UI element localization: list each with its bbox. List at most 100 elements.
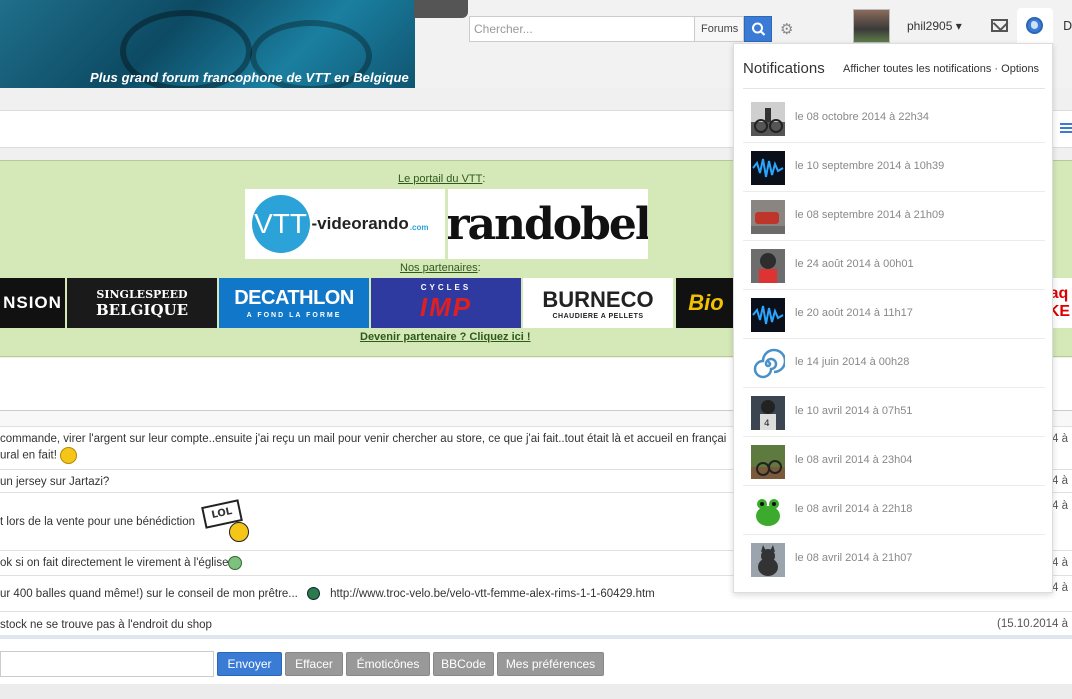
partner-logo-imp[interactable]: CYCLES IMP [371, 278, 521, 328]
send-button[interactable]: Envoyer [217, 652, 282, 676]
lol-smiley-icon: LOL [201, 498, 251, 542]
vtt-circle: VTT [251, 195, 310, 253]
rider-helmet-icon [751, 249, 785, 283]
bio-text: Bio [688, 290, 724, 315]
shout-text-body: ok si on fait directement le virement à … [0, 557, 229, 569]
notifications-dropdown: Notifications Afficher toutes les notifi… [733, 43, 1053, 593]
username-label: phil2905 [907, 19, 953, 33]
user-avatar[interactable] [853, 9, 890, 43]
search-icon [752, 22, 766, 36]
smiley-icon [228, 555, 243, 570]
decathlon-slogan: A FOND LA FORME [246, 312, 342, 319]
clear-button[interactable]: Effacer [285, 652, 343, 676]
caret-down-icon: ▾ [955, 19, 962, 33]
partners-label: Nos partenaires [400, 262, 478, 274]
globe-icon [1026, 17, 1043, 34]
portal-label: Le portail du VTT [398, 173, 483, 185]
notification-item[interactable]: le 10 septembre 2014 à 10h39 [743, 143, 1045, 192]
dark-tab [414, 0, 468, 18]
shoutbox-divider [0, 635, 1072, 639]
partner-logo-sion[interactable]: NSION [0, 278, 65, 328]
search-input[interactable]: Chercher... [469, 16, 695, 42]
lol-face [229, 522, 249, 542]
partners-link[interactable]: Nos partenaires : [400, 262, 481, 274]
notification-date: le 08 avril 2014 à 21h07 [795, 552, 913, 564]
notification-date: le 14 juin 2014 à 00h28 [795, 356, 910, 368]
list-view-icon[interactable] [1060, 123, 1072, 133]
green-frog-icon [751, 494, 785, 528]
smiley-icon [307, 587, 321, 601]
notification-date: le 08 septembre 2014 à 21h09 [795, 209, 945, 221]
partner-logo-decathlon[interactable]: DECATHLON A FOND LA FORME [219, 278, 369, 328]
decathlon-name: DECATHLON [234, 287, 354, 309]
search-button[interactable] [744, 16, 772, 42]
user-menu[interactable]: phil2905 ▾ [907, 19, 962, 33]
blue-wave-icon [751, 298, 785, 332]
videorando-com: .com [409, 222, 429, 232]
rider-dark-icon: 4 [751, 396, 785, 430]
sion-text: NSION [3, 293, 62, 312]
notification-date: le 08 octobre 2014 à 22h34 [795, 111, 929, 123]
notification-date: le 08 avril 2014 à 22h18 [795, 503, 913, 515]
burneco-name: BURNECO [542, 286, 654, 312]
ssb-line2: BELGIQUE [95, 300, 189, 319]
search-scope-select[interactable]: Forums [695, 16, 744, 42]
videorando-text: -videorando [311, 214, 409, 233]
notification-date: le 10 avril 2014 à 07h51 [795, 405, 913, 417]
shout-text: t lors de la vente pour une bénédiction [0, 516, 195, 528]
shout-text: ok si on fait directement le virement à … [0, 555, 243, 571]
notification-item[interactable]: 4 le 10 avril 2014 à 07h51 [743, 388, 1045, 437]
burneco-slogan: CHAUDIERE A PELLETS [552, 312, 644, 320]
shout-text-line2: ural en fait! [0, 447, 78, 464]
notification-item[interactable]: le 08 avril 2014 à 22h18 [743, 486, 1045, 535]
videorando-logo[interactable]: VTT -videorando .com [245, 189, 445, 259]
notifications-separator [743, 88, 1045, 89]
partner-logo-singlespeed[interactable]: SINGLESPEED BELGIQUE [67, 278, 217, 328]
notifications-title: Notifications [743, 60, 825, 77]
shout-text: commande, virer l'argent sur leur compte… [0, 433, 727, 445]
notification-item[interactable]: le 08 avril 2014 à 23h04 [743, 437, 1045, 486]
shout-message-input[interactable] [0, 651, 214, 677]
portal-colon: : [482, 173, 486, 185]
partners-colon: : [477, 262, 481, 274]
portal-link[interactable]: Le portail du VTT : [398, 173, 485, 185]
cyclist-photo-icon [751, 102, 785, 136]
notification-date: le 08 avril 2014 à 23h04 [795, 454, 913, 466]
bike-trail-icon [751, 445, 785, 479]
shout-text: stock ne se trouve pas à l'endroit du sh… [0, 619, 212, 631]
imp-name: IMP [419, 292, 473, 322]
spiral-icon [751, 347, 785, 381]
emoticons-button[interactable]: Émoticônes [346, 652, 430, 676]
bbcode-button[interactable]: BBCode [433, 652, 494, 676]
notification-item[interactable]: le 24 août 2014 à 00h01 [743, 241, 1045, 290]
become-partner-link[interactable]: Devenir partenaire ? Cliquez ici ! [360, 331, 531, 343]
shout-text-line2-text: ural en fait! [0, 449, 57, 462]
red-car-icon [751, 200, 785, 234]
shout-date: (15.10.2014 à [997, 618, 1068, 630]
notification-item[interactable]: le 08 septembre 2014 à 21h09 [743, 192, 1045, 241]
notifications-tab[interactable] [1017, 8, 1053, 44]
mail-icon[interactable] [991, 19, 1008, 32]
smiley-icon [60, 447, 78, 464]
notification-date: le 10 septembre 2014 à 10h39 [795, 160, 945, 172]
preferences-button[interactable]: Mes préférences [497, 652, 604, 676]
shout-row: stock ne se trouve pas à l'endroit du sh… [0, 611, 1072, 635]
shout-text: ur 400 balles quand même!) sur le consei… [0, 586, 655, 602]
partner-logo-bio[interactable]: Bio [676, 278, 736, 328]
forum-banner[interactable]: Plus grand forum francophone de VTT en B… [0, 0, 415, 88]
notification-item[interactable]: le 08 octobre 2014 à 22h34 [743, 94, 1045, 143]
partner-logo-burneco[interactable]: BURNECO CHAUDIERE A PELLETS [523, 278, 673, 328]
notification-item[interactable]: le 14 juin 2014 à 00h28 [743, 339, 1045, 388]
shout-link[interactable]: http://www.troc-velo.be/velo-vtt-femme-a… [330, 588, 655, 600]
notification-item[interactable]: le 08 avril 2014 à 21h07 [743, 535, 1045, 584]
banner-tagline: Plus grand forum francophone de VTT en B… [90, 70, 409, 85]
svg-text:4: 4 [764, 419, 770, 429]
shout-text-body: ur 400 balles quand même!) sur le consei… [0, 588, 298, 600]
randobel-text: randobel [448, 198, 648, 250]
gear-icon[interactable]: ⚙ [780, 20, 793, 38]
grey-cat-icon [751, 543, 785, 577]
notification-item[interactable]: le 20 août 2014 à 11h17 [743, 290, 1045, 339]
randobel-logo[interactable]: randobel [448, 189, 648, 259]
cut-menu-label[interactable]: D [1063, 19, 1072, 33]
notifications-links[interactable]: Afficher toutes les notifications · Opti… [843, 63, 1039, 75]
